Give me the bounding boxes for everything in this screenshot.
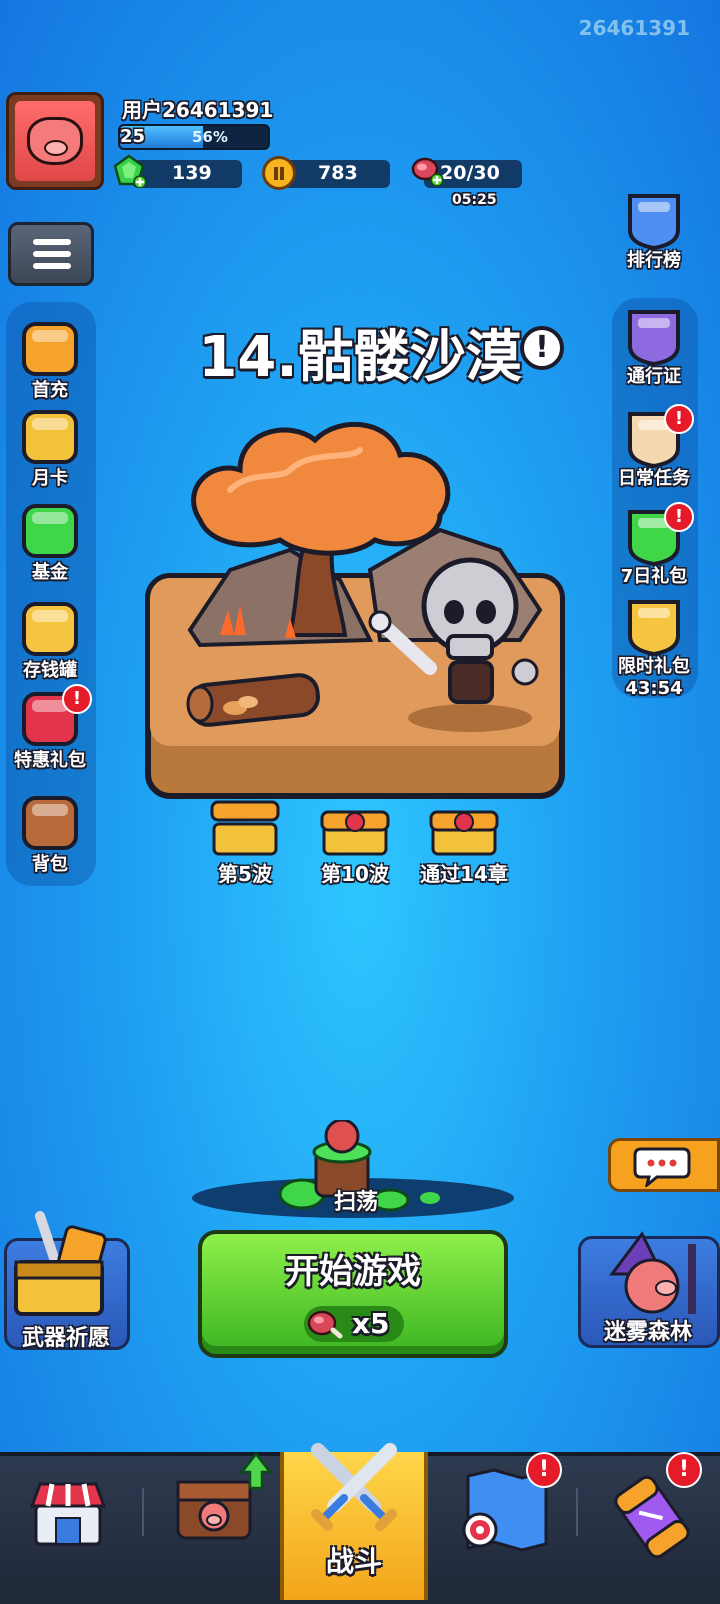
right-menu-item[interactable]: 限时礼包 43:54 xyxy=(604,592,704,699)
username: 用户26461391 xyxy=(122,98,274,122)
limited-gift-icon xyxy=(620,592,688,657)
nav-battle-label: 战斗 xyxy=(325,1545,382,1578)
monthly-card-icon xyxy=(16,404,84,468)
reward-chest-icon xyxy=(320,810,390,856)
backpack-icon xyxy=(16,790,84,854)
right-menu-item[interactable]: 排行榜 xyxy=(604,186,704,272)
xp-percent: 56% xyxy=(192,128,228,146)
stage-illustration[interactable] xyxy=(140,400,570,810)
stage-title: 14.骷髅沙漠 xyxy=(198,325,522,390)
nav-tab-shop[interactable] xyxy=(30,1478,106,1548)
chapter-reward-label: 第10波 xyxy=(321,862,389,886)
chapter-reward-chest[interactable]: 第10波 xyxy=(312,798,398,887)
start-game-label: 开始游戏 xyxy=(285,1252,421,1292)
coin-count: 783 xyxy=(318,162,358,184)
fog-forest-pig-wizard-icon xyxy=(609,1231,696,1314)
chapter-reward-chest[interactable]: 第5波 xyxy=(202,798,288,887)
chapter-reward-label: 第5波 xyxy=(218,862,272,886)
limited-gift-timer: 43:54 xyxy=(625,678,683,699)
pig-avatar-icon xyxy=(27,117,83,165)
lucky-cat-piggybank-icon xyxy=(16,596,84,660)
left-menu-item[interactable]: 背包 xyxy=(0,790,100,876)
chapter-reward-label: 通过14章 xyxy=(420,862,508,886)
reward-chest-icon xyxy=(210,800,280,856)
left-menu-item[interactable]: 月卡 xyxy=(0,404,100,490)
left-menu-item[interactable]: 存钱罐 xyxy=(0,596,100,682)
player-id-label: 26461391 xyxy=(578,16,690,40)
reward-chest-icon xyxy=(429,810,499,856)
talent-alert-badge: ! xyxy=(666,1452,702,1488)
chat-bubble-icon xyxy=(633,1147,691,1187)
meat-stamina-icon xyxy=(411,157,444,186)
stamina-count: 20/30 xyxy=(440,162,500,184)
equipment-chest-icon xyxy=(176,1480,252,1540)
weapon-chest-icon xyxy=(14,1211,107,1316)
chapter-reward-chest[interactable]: 通过14章 xyxy=(416,798,512,887)
player-level: 25 xyxy=(120,126,146,147)
alert-badge: ! xyxy=(62,684,92,714)
chat-button[interactable] xyxy=(608,1138,720,1192)
nav-separator xyxy=(142,1488,144,1536)
right-menu-item[interactable]: 日常任务! xyxy=(604,404,704,490)
right-menu-item[interactable]: 7日礼包! xyxy=(604,502,704,588)
alert-badge: ! xyxy=(664,404,694,434)
gem-count: 139 xyxy=(172,162,212,184)
left-menu-item[interactable]: 特惠礼包! xyxy=(0,684,100,772)
left-menu-item[interactable]: 基金 xyxy=(0,498,100,584)
weapon-wish-label: 武器祈愿 xyxy=(21,1326,110,1351)
shop-icon xyxy=(30,1482,106,1546)
fog-forest-label: 迷雾森林 xyxy=(603,1320,692,1345)
fund-gem-icon xyxy=(16,498,84,562)
coin-icon xyxy=(262,156,296,190)
start-cost-label: x5 xyxy=(352,1307,390,1340)
stage-info-button[interactable]: ! xyxy=(520,326,564,370)
meat-cost-icon xyxy=(307,1310,343,1339)
nav-tab-equipment[interactable] xyxy=(166,1450,276,1550)
menu-button[interactable] xyxy=(8,222,94,286)
map-alert-badge: ! xyxy=(526,1452,562,1488)
gem-counter[interactable]: 139 xyxy=(132,160,242,188)
stamina-timer: 05:25 xyxy=(452,192,497,208)
battle-swords-icon xyxy=(311,1443,397,1531)
alert-badge: ! xyxy=(664,502,694,532)
leaderboard-trophy-icon xyxy=(620,186,688,251)
sweep-label: 扫荡 xyxy=(334,1190,379,1215)
avatar[interactable] xyxy=(6,92,104,190)
nav-separator xyxy=(576,1488,578,1536)
coin-counter[interactable]: 783 xyxy=(280,160,390,188)
gem-icon xyxy=(113,154,146,188)
